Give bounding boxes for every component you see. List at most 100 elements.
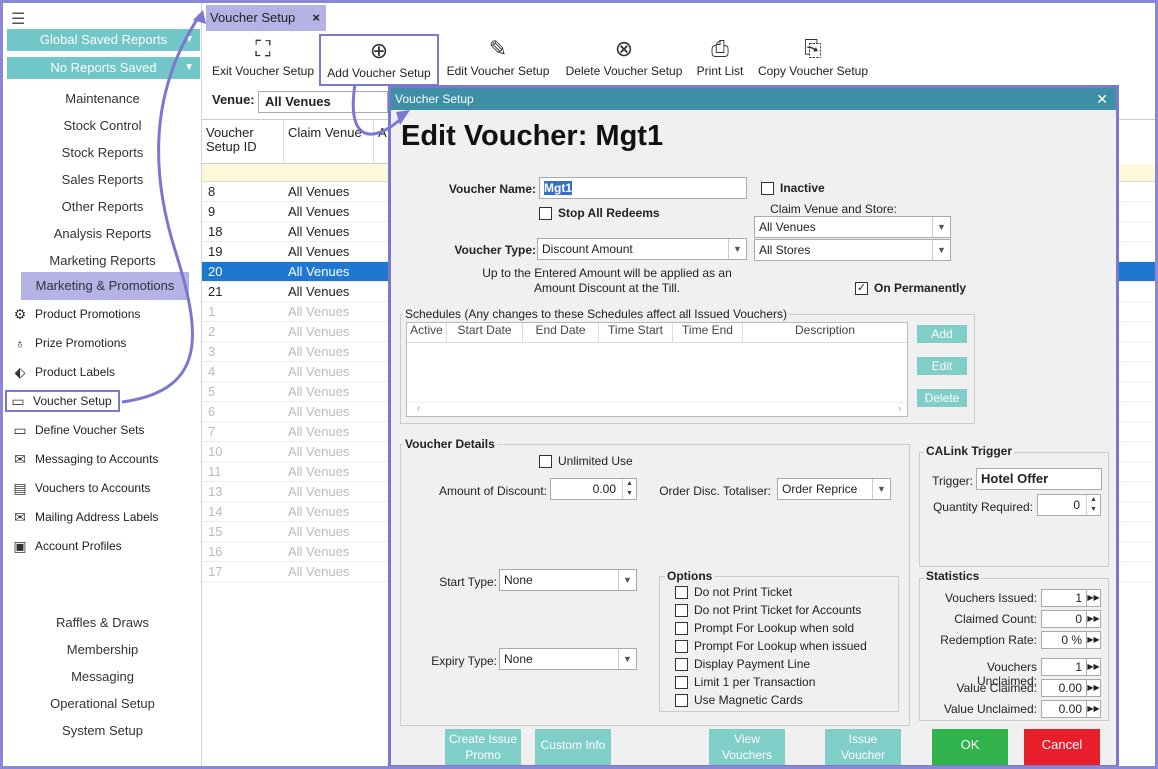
exit-icon: ⛶ [255, 36, 271, 61]
sub-mailing-address-labels[interactable]: ✉ Mailing Address Labels [9, 506, 158, 528]
hamburger-icon[interactable]: ☰ [11, 9, 25, 29]
claim-venue-select[interactable]: All Venues ▼ [754, 216, 951, 238]
cell-venue: All Venues [288, 364, 350, 379]
inactive-checkbox[interactable]: Inactive [761, 181, 825, 195]
menu-marketing-promotions[interactable]: Marketing & Promotions [21, 272, 189, 300]
menu-messaging[interactable]: Messaging [3, 669, 202, 684]
option-checkbox[interactable]: Limit 1 per Transaction [675, 675, 815, 689]
menu-stock-reports[interactable]: Stock Reports [3, 145, 202, 160]
menu-maintenance[interactable]: Maintenance [3, 91, 202, 106]
ok-button[interactable]: OK [932, 729, 1008, 765]
on-permanently-checkbox[interactable]: ✓ On Permanently [855, 281, 966, 295]
totaliser-label: Order Disc. Totaliser: [659, 484, 771, 498]
menu-system-setup[interactable]: System Setup [3, 723, 202, 738]
edit-voucher-setup-button[interactable]: ✎ Edit Voucher Setup [443, 34, 553, 86]
venue-select[interactable]: All Venues [258, 91, 388, 113]
global-saved-reports-dropdown[interactable]: Global Saved Reports ▼ [7, 29, 200, 51]
claim-store-select[interactable]: All Stores ▼ [754, 239, 951, 261]
col-time-start[interactable]: Time Start [599, 323, 673, 342]
add-voucher-setup-button[interactable]: ⊕ Add Voucher Setup [319, 34, 439, 86]
expiry-type-select[interactable]: None ▼ [499, 648, 637, 670]
amount-of-discount-input[interactable]: 0.00 ▲ ▼ [550, 478, 637, 500]
delete-voucher-setup-button[interactable]: ⊗ Delete Voucher Setup [561, 34, 687, 86]
option-checkbox[interactable]: Do not Print Ticket for Accounts [675, 603, 861, 617]
print-list-button[interactable]: ⎙ Print List [693, 34, 747, 86]
voucher-type-select[interactable]: Discount Amount ▼ [537, 238, 747, 260]
menu-operational-setup[interactable]: Operational Setup [3, 696, 202, 711]
tab-voucher-setup[interactable]: Voucher Setup × [206, 5, 326, 31]
menu-raffles-draws[interactable]: Raffles & Draws [3, 615, 202, 630]
col-start-date[interactable]: Start Date [447, 323, 523, 342]
quantity-required-input[interactable]: 0 ▲ ▼ [1037, 494, 1101, 516]
menu-other-reports[interactable]: Other Reports [3, 199, 202, 214]
schedule-delete-button[interactable]: Delete [917, 389, 967, 407]
chevron-down-icon: ▼ [618, 649, 636, 669]
scroll-right-icon[interactable]: › [898, 403, 901, 413]
scroll-left-icon[interactable]: ‹ [417, 403, 420, 413]
sub-product-promotions[interactable]: ⚙ Product Promotions [9, 303, 141, 325]
checkbox-label: On Permanently [874, 281, 967, 295]
cell-id: 1 [208, 304, 216, 319]
horizontal-scrollbar[interactable]: ‹ › [407, 402, 907, 416]
sub-product-labels[interactable]: ⬖ Product Labels [9, 361, 115, 383]
option-checkbox[interactable]: Use Magnetic Cards [675, 693, 803, 707]
col-voucher-setup-id[interactable]: Voucher Setup ID [202, 120, 284, 164]
sub-label: Product Promotions [35, 307, 141, 321]
col-active[interactable]: Active [407, 323, 447, 342]
view-vouchers-button[interactable]: View Vouchers [709, 729, 785, 765]
sub-prize-promotions[interactable]: ♁ Prize Promotions [9, 332, 127, 354]
stepper-icon[interactable]: ▲ ▼ [622, 479, 636, 499]
cell-venue: All Venues [288, 564, 350, 579]
trigger-input[interactable]: Hotel Offer [976, 468, 1102, 490]
col-claim-venue[interactable]: Claim Venue [284, 120, 374, 164]
checkbox-box [675, 639, 688, 653]
stat-value: 0 ▶▶ [1041, 610, 1101, 628]
schedule-edit-button[interactable]: Edit [917, 357, 967, 375]
menu-sales-reports[interactable]: Sales Reports [3, 172, 202, 187]
col-description[interactable]: Description [743, 323, 907, 342]
schedule-add-button[interactable]: Add [917, 325, 967, 343]
option-checkbox[interactable]: Display Payment Line [675, 657, 810, 671]
drill-icon[interactable]: ▶▶ [1086, 611, 1100, 627]
stepper-icon[interactable]: ▲ ▼ [1086, 495, 1100, 515]
cancel-button[interactable]: Cancel [1024, 729, 1100, 765]
sub-messaging-to-accounts[interactable]: ✉ Messaging to Accounts [9, 448, 158, 470]
menu-analysis-reports[interactable]: Analysis Reports [3, 226, 202, 241]
drill-icon[interactable]: ▶▶ [1086, 590, 1100, 606]
cell-id: 13 [208, 484, 223, 499]
copy-voucher-setup-button[interactable]: ⎘ Copy Voucher Setup [754, 34, 872, 86]
start-type-select[interactable]: None ▼ [499, 569, 637, 591]
sub-define-voucher-sets[interactable]: ▭ Define Voucher Sets [9, 419, 144, 441]
stat-value-text: 1 [1075, 660, 1082, 674]
stat-label: Vouchers Issued: [944, 591, 1037, 605]
custom-info-button[interactable]: Custom Info [535, 729, 611, 765]
menu-membership[interactable]: Membership [3, 642, 202, 657]
close-icon[interactable]: × [312, 5, 320, 31]
toolbar-label: Add Voucher Setup [327, 66, 431, 80]
col-end-date[interactable]: End Date [523, 323, 599, 342]
no-reports-saved-dropdown[interactable]: No Reports Saved ▼ [7, 57, 200, 79]
drill-icon[interactable]: ▶▶ [1086, 701, 1100, 717]
sub-vouchers-to-accounts[interactable]: ▤ Vouchers to Accounts [9, 477, 150, 499]
sub-voucher-setup[interactable]: ▭ Voucher Setup [5, 390, 120, 412]
drill-icon[interactable]: ▶▶ [1086, 659, 1100, 675]
col-time-end[interactable]: Time End [673, 323, 743, 342]
create-issue-promo-button[interactable]: Create Issue Promo [445, 729, 521, 765]
option-checkbox[interactable]: Do not Print Ticket [675, 585, 792, 599]
unlimited-use-checkbox[interactable]: Unlimited Use [539, 454, 633, 468]
issue-voucher-button[interactable]: Issue Voucher [825, 729, 901, 765]
voucher-name-input[interactable]: Mgt1 [539, 177, 747, 199]
drill-icon[interactable]: ▶▶ [1086, 680, 1100, 696]
option-checkbox[interactable]: Prompt For Lookup when sold [675, 621, 854, 635]
cell-venue: All Venues [288, 384, 350, 399]
option-checkbox[interactable]: Prompt For Lookup when issued [675, 639, 867, 653]
exit-voucher-setup-button[interactable]: ⛶ Exit Voucher Setup [208, 34, 318, 86]
close-icon[interactable]: ✕ [1096, 88, 1108, 110]
expiry-type-label: Expiry Type: [431, 654, 497, 668]
menu-marketing-reports[interactable]: Marketing Reports [3, 253, 202, 268]
drill-icon[interactable]: ▶▶ [1086, 632, 1100, 648]
menu-stock-control[interactable]: Stock Control [3, 118, 202, 133]
stop-all-redeems-checkbox[interactable]: Stop All Redeems [539, 206, 660, 220]
totaliser-select[interactable]: Order Reprice ▼ [777, 478, 891, 500]
sub-account-profiles[interactable]: ▣ Account Profiles [9, 535, 121, 557]
